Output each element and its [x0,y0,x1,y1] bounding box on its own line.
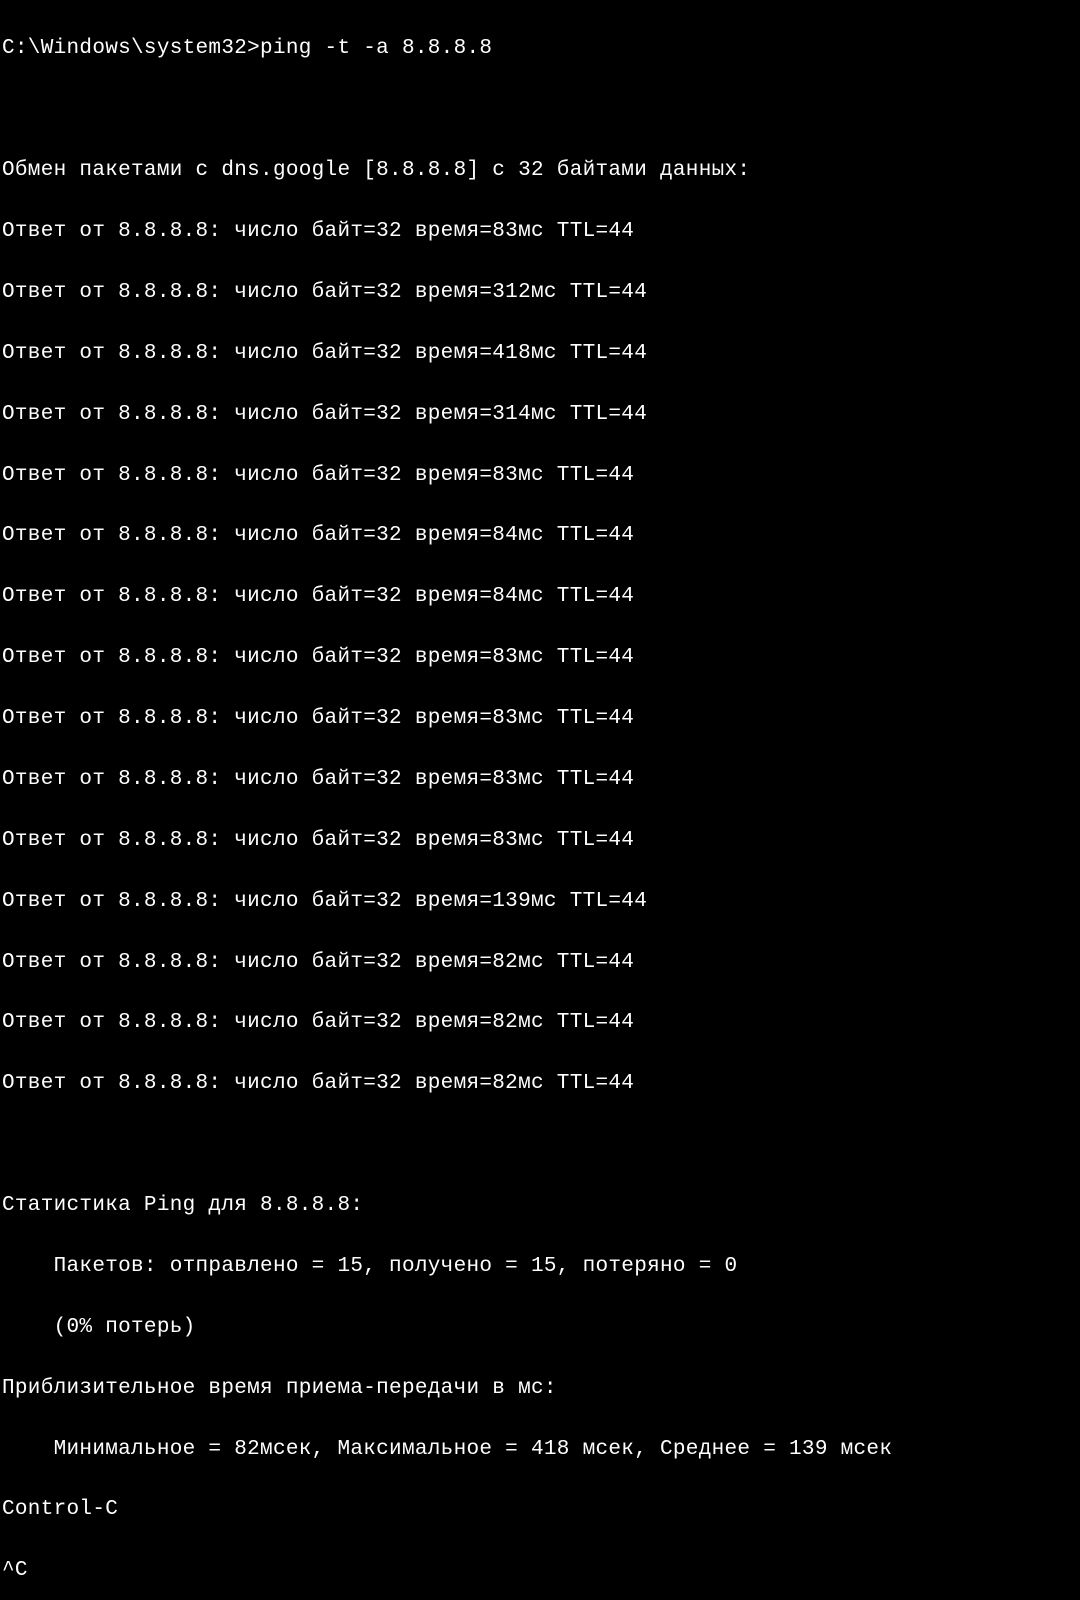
ping-reply: Ответ от 8.8.8.8: число байт=32 время=84… [2,521,1078,551]
blank-line [2,95,1078,125]
stats-timing-title: Приблизительное время приема-передачи в … [2,1374,1078,1404]
prompt-path: C:\Windows\system32> [2,37,260,60]
ping-reply: Ответ от 8.8.8.8: число байт=32 время=82… [2,948,1078,978]
ping-reply: Ответ от 8.8.8.8: число байт=32 время=82… [2,1008,1078,1038]
ping-reply: Ответ от 8.8.8.8: число байт=32 время=83… [2,826,1078,856]
ping-reply: Ответ от 8.8.8.8: число байт=32 время=83… [2,461,1078,491]
ping-reply: Ответ от 8.8.8.8: число байт=32 время=82… [2,1069,1078,1099]
blank-line [2,1130,1078,1160]
stats-loss: (0% потерь) [2,1313,1078,1343]
stats-title: Статистика Ping для 8.8.8.8: [2,1191,1078,1221]
ping-reply: Ответ от 8.8.8.8: число байт=32 время=13… [2,887,1078,917]
ping-reply: Ответ от 8.8.8.8: число байт=32 время=83… [2,217,1078,247]
interrupt-ctrl-c: Control-C [2,1495,1078,1525]
ping-reply: Ответ от 8.8.8.8: число байт=32 время=83… [2,765,1078,795]
ping-reply: Ответ от 8.8.8.8: число байт=32 время=31… [2,400,1078,430]
ping-reply: Ответ от 8.8.8.8: число байт=32 время=84… [2,582,1078,612]
ping-reply: Ответ от 8.8.8.8: число байт=32 время=83… [2,704,1078,734]
stats-timing-values: Минимальное = 82мсек, Максимальное = 418… [2,1435,1078,1465]
interrupt-caret-c: ^C [2,1556,1078,1586]
command-text: ping -t -a 8.8.8.8 [260,37,492,60]
command-prompt-line: C:\Windows\system32>ping -t -a 8.8.8.8 [2,34,1078,64]
ping-reply: Ответ от 8.8.8.8: число байт=32 время=41… [2,339,1078,369]
terminal-output[interactable]: C:\Windows\system32>ping -t -a 8.8.8.8 О… [2,4,1078,1600]
ping-reply: Ответ от 8.8.8.8: число байт=32 время=31… [2,278,1078,308]
stats-packets: Пакетов: отправлено = 15, получено = 15,… [2,1252,1078,1282]
ping-reply: Ответ от 8.8.8.8: число байт=32 время=83… [2,643,1078,673]
ping-header: Обмен пакетами с dns.google [8.8.8.8] с … [2,156,1078,186]
